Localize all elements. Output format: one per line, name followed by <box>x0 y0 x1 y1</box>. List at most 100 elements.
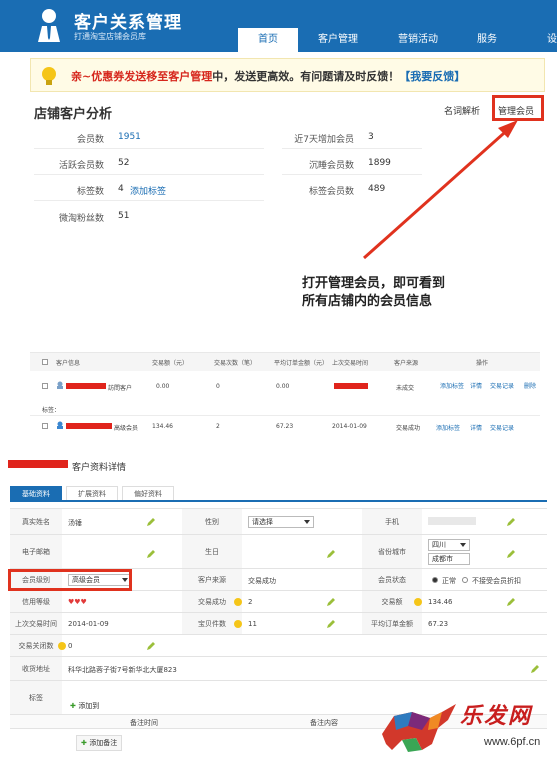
gender-select[interactable]: 请选择 <box>248 516 314 528</box>
province-select[interactable]: 四川 <box>428 539 470 551</box>
redacted-name <box>66 423 112 429</box>
status-normal-radio[interactable] <box>432 577 438 583</box>
details-action[interactable]: 详情 <box>470 381 482 390</box>
coin-icon <box>414 598 422 606</box>
edit-pencil-icon[interactable] <box>506 517 516 527</box>
field-label: 交易成功 <box>182 591 242 612</box>
field-label: 上次交易时间 <box>10 613 62 634</box>
watermark-url: www.6pf.cn <box>484 736 541 748</box>
form-row: 收货地址 科华北路蓉子街7号新华北大厦823 <box>10 657 547 681</box>
detail-title: 客户资料详情 <box>72 463 127 473</box>
redacted-time <box>334 383 368 389</box>
status-no-discount-label: 不接受会员折扣 <box>472 577 521 585</box>
add-tag-action[interactable]: 添加标签 <box>436 423 460 432</box>
field-label: 省份城市 <box>362 535 422 568</box>
column-header: 平均订单金额（元） <box>274 360 329 367</box>
cell-avg: 67.23 <box>276 423 294 430</box>
row-checkbox[interactable] <box>42 383 48 389</box>
field-label: 性别 <box>182 509 242 534</box>
closed-value: 0 <box>68 642 73 650</box>
field-label: 收货地址 <box>10 657 62 680</box>
select-all-checkbox[interactable] <box>42 359 48 365</box>
status-no-discount-radio[interactable] <box>462 577 468 583</box>
table-header: 客户信息 交易额（元） 交易次数（笔） 平均订单金额（元） 上次交易时间 客户来… <box>30 353 540 371</box>
field-label: 标签 <box>10 681 62 714</box>
city-select[interactable]: 成都市 <box>428 553 470 565</box>
column-header: 交易额（元） <box>152 360 189 367</box>
row-checkbox[interactable] <box>42 423 48 429</box>
member-level-highlight <box>8 569 132 591</box>
edit-pencil-icon[interactable] <box>146 517 156 527</box>
edit-pencil-icon[interactable] <box>326 597 336 607</box>
items-label: 宝贝件数 <box>198 620 226 628</box>
redacted-phone <box>428 517 476 525</box>
trade-record-action[interactable]: 交易记录 <box>490 381 514 390</box>
details-action[interactable]: 详情 <box>470 423 482 432</box>
delete-action[interactable]: 删除 <box>524 381 536 390</box>
avg-order-value: 67.23 <box>428 620 449 628</box>
edit-pencil-icon[interactable] <box>506 549 516 559</box>
amount-value: 134.46 <box>428 598 453 606</box>
add-note-button[interactable]: ✚ 添加备注 <box>76 735 123 751</box>
credit-hearts: ♥♥♥ <box>68 598 87 606</box>
member-type: 訪問客户 <box>108 385 133 392</box>
cell-source: 未成交 <box>396 385 415 392</box>
form-row: 交易关闭数 0 <box>10 635 547 657</box>
member-table-panel: 客户信息 交易额（元） 交易次数（笔） 平均订单金额（元） 上次交易时间 客户来… <box>30 352 540 444</box>
watermark-text: 乐发网 <box>460 703 533 729</box>
cell-source: 交易成功 <box>396 425 421 432</box>
cell-amount: 134.46 <box>152 423 173 430</box>
annotation: 打开管理会员，即可看到 所有店铺内的会员信息 <box>302 275 445 311</box>
field-label: 真实姓名 <box>10 509 62 534</box>
coin-icon <box>234 598 242 606</box>
field-label: 交易关闭数 <box>10 635 62 656</box>
tab-basic[interactable]: 基础资料 <box>10 486 62 500</box>
source-value: 交易成功 <box>248 577 276 585</box>
address-value: 科华北路蓉子街7号新华北大厦823 <box>68 666 177 674</box>
edit-pencil-icon[interactable] <box>146 549 156 559</box>
column-header: 客户信息 <box>56 360 81 367</box>
field-label: 宝贝件数 <box>182 613 242 634</box>
items-value: 11 <box>248 620 257 628</box>
cell-count: 2 <box>216 423 220 430</box>
customer-detail-panel: 客户资料详情 基础资料 扩展资料 偏好资料 真实姓名 汤锤 性别 请选择 手机 … <box>0 450 557 758</box>
amount-label: 交易额 <box>381 598 403 606</box>
column-header: 操作 <box>476 360 489 367</box>
tab-extended[interactable]: 扩展资料 <box>66 486 118 500</box>
annotation-line2: 所有店铺内的会员信息 <box>302 294 433 309</box>
edit-pencil-icon[interactable] <box>506 597 516 607</box>
cell-amount: 0.00 <box>156 383 170 390</box>
field-label: 客户来源 <box>182 569 242 590</box>
note-time-header: 备注时间 <box>130 719 158 727</box>
add-tag-button[interactable]: ✚ 添加到 <box>70 701 99 711</box>
add-tag-action[interactable]: 添加标签 <box>440 381 464 390</box>
edit-pencil-icon[interactable] <box>326 619 336 629</box>
cell-count: 0 <box>216 383 220 390</box>
edit-pencil-icon[interactable] <box>326 549 336 559</box>
name-value: 汤锤 <box>68 519 82 527</box>
note-content-header: 备注内容 <box>310 719 338 727</box>
add-note-label: 添加备注 <box>89 739 118 747</box>
edit-pencil-icon[interactable] <box>146 641 156 651</box>
cell-last-trade: 2014-01-09 <box>332 423 367 430</box>
pointer-arrow-icon <box>363 120 518 260</box>
tab-underline <box>10 500 547 502</box>
coin-icon <box>234 620 242 628</box>
tab-preference[interactable]: 偏好资料 <box>122 486 174 500</box>
field-label: 生日 <box>182 535 242 568</box>
tag-label: 标签： <box>42 407 61 414</box>
divider <box>30 415 540 416</box>
user-avatar-icon <box>57 421 63 429</box>
detail-form: 真实姓名 汤锤 性别 请选择 手机 电子邮箱 生日 省份城市 四川 成都市 会员… <box>10 508 547 751</box>
chevron-down-icon <box>460 543 466 547</box>
trade-record-action[interactable]: 交易记录 <box>490 423 514 432</box>
form-row: 电子邮箱 生日 省份城市 四川 成都市 <box>10 535 547 569</box>
detail-tabs: 基础资料 扩展资料 偏好资料 <box>10 486 178 500</box>
member-analysis-panel: 客户关系管理 打通淘宝店铺会员库 首页 客户管理 营销活动 服务 设 亲~优惠券… <box>0 0 557 330</box>
field-label: 电子邮箱 <box>10 535 62 568</box>
member-type: 高级会员 <box>114 425 139 432</box>
bull-logo-icon <box>382 704 456 752</box>
province-select-value: 四川 <box>432 541 446 549</box>
edit-pencil-icon[interactable] <box>530 664 540 674</box>
closed-label: 交易关闭数 <box>18 642 54 650</box>
